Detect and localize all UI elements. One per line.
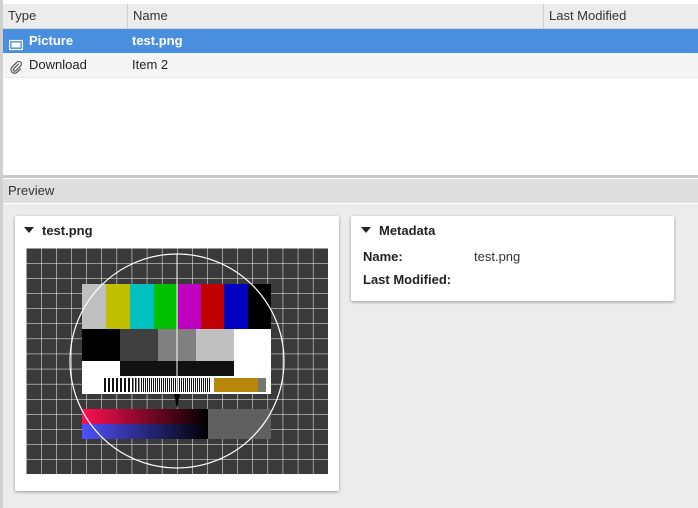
test-pattern-image [26,248,328,474]
row-name: test.png [132,33,183,48]
name-value: test.png [474,249,521,264]
column-header-last-modified-label: Last Modified [549,8,627,23]
image-card-title: test.png [42,223,93,238]
name-label: Name: [363,249,403,264]
collapse-triangle-icon[interactable] [24,227,34,233]
row-type: Picture [29,33,74,48]
table-header: Type Name Last Modified [3,4,698,29]
row-name: Item 2 [132,57,169,72]
last-modified-label: Last Modified: [363,272,452,287]
column-header-last-modified[interactable]: Last Modified [544,4,698,28]
preview-title: Preview [8,183,55,198]
paperclip-icon [10,58,22,74]
image-card: test.png [15,216,339,491]
column-header-type[interactable]: Type [3,4,127,28]
column-header-type-label: Type [8,8,37,23]
splitter-handle[interactable] [3,175,698,178]
preview-pane: test.png Metadata Name: test.png Last Mo… [3,204,698,508]
column-header-name-label: Name [133,8,168,23]
column-header-name[interactable]: Name [128,4,543,28]
metadata-card-title: Metadata [379,223,436,238]
row-type: Download [29,57,87,72]
preview-header: Preview [3,179,698,203]
table-row[interactable]: Picture test.png [3,29,698,53]
metadata-card: Metadata Name: test.png Last Modified: [351,216,674,301]
table-row[interactable]: Download Item 2 [3,53,698,78]
collapse-triangle-icon[interactable] [361,227,371,233]
picture-icon [8,35,24,51]
